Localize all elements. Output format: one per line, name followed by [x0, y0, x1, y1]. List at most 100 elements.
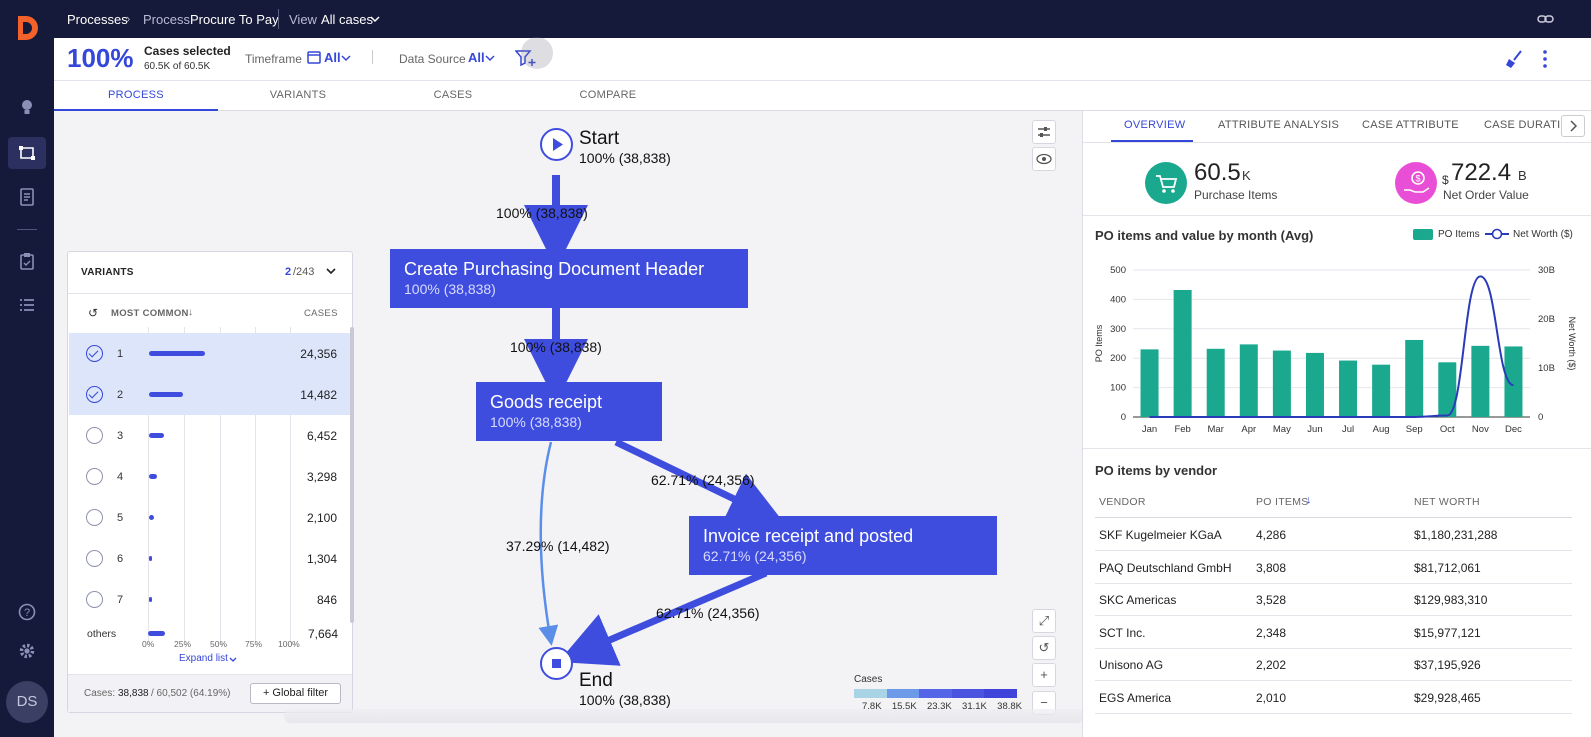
table-row[interactable]: SCT Inc. 2,348 $15,977,121 [1095, 616, 1572, 649]
variant-number: 1 [117, 348, 124, 360]
column-header-po-items[interactable]: PO ITEMS [1256, 496, 1309, 508]
axis-tick: 0% [142, 639, 155, 649]
user-avatar[interactable]: DS [6, 681, 48, 723]
table-row[interactable]: PAQ Deutschland GmbH 3,808 $81,712,061 [1095, 551, 1572, 584]
activity-node-goods-receipt[interactable]: Goods receipt 100% (38,838) [476, 382, 662, 441]
table-row[interactable]: SKC Americas 3,528 $129,983,310 [1095, 583, 1572, 616]
bar-po-items [1372, 364, 1391, 417]
breadcrumb-process-name[interactable]: Procure To Pay [190, 12, 279, 27]
scroll-tabs-right-icon[interactable] [1561, 115, 1585, 137]
variant-checkbox[interactable] [86, 550, 103, 567]
sort-arrow-down-icon[interactable]: ↓ [1306, 494, 1312, 506]
view-dropdown[interactable]: All cases [321, 12, 373, 27]
legend-color-segment [951, 689, 985, 698]
tab-case-duration[interactable]: CASE DURATIO [1484, 119, 1569, 131]
datasource-dropdown[interactable]: All [468, 50, 485, 65]
help-icon[interactable]: ? [17, 603, 37, 623]
chevron-down-icon[interactable] [370, 16, 380, 23]
more-options-icon[interactable] [1543, 49, 1547, 69]
process-nav-item[interactable] [8, 137, 46, 169]
activity-node-invoice-receipt[interactable]: Invoice receipt and posted 62.71% (24,35… [689, 516, 997, 575]
bar-po-items [1405, 339, 1424, 417]
kpi-net-order-prefix: $ [1442, 173, 1449, 187]
breadcrumb-processes[interactable]: Processes [67, 12, 128, 27]
x-tick-label: Jan [1142, 424, 1157, 435]
variant-row[interactable]: 4 3,298 [69, 456, 351, 497]
axis-tick: 50% [210, 639, 228, 649]
chevron-down-icon[interactable] [229, 657, 237, 663]
variant-row[interactable]: 2 14,482 [69, 374, 351, 415]
cases-selected-percent: 100% [67, 43, 134, 73]
link-icon[interactable] [1537, 12, 1555, 26]
start-node-play-icon[interactable] [540, 128, 573, 161]
variants-scrollbar[interactable] [350, 327, 354, 623]
column-header-vendor[interactable]: VENDOR [1099, 496, 1146, 508]
visibility-eye-icon[interactable] [1032, 147, 1056, 171]
variant-checkbox[interactable] [86, 386, 103, 403]
variant-row[interactable]: 3 6,452 [69, 415, 351, 456]
tab-overview[interactable]: OVERVIEW [1124, 119, 1186, 131]
map-settings-sliders-icon[interactable] [1032, 120, 1056, 144]
horizontal-scrollbar[interactable] [284, 709, 1084, 723]
tab-compare[interactable]: COMPARE [528, 81, 688, 111]
legend-color-segment [886, 689, 920, 698]
document-icon[interactable] [17, 188, 37, 208]
cursor-highlight [521, 37, 553, 69]
lightbulb-icon[interactable] [17, 98, 37, 118]
table-row[interactable]: EGS America 2,010 $29,928,465 [1095, 681, 1572, 714]
top-bar: Processes › Process Procure To Pay View … [54, 0, 1591, 38]
expand-list-link[interactable]: Expand list [179, 653, 228, 664]
variant-row[interactable]: 5 2,100 [69, 497, 351, 538]
timeframe-dropdown[interactable]: All [324, 50, 341, 65]
activity-title: Create Purchasing Document Header [404, 259, 705, 279]
chevron-down-icon[interactable] [341, 55, 351, 62]
sort-arrow-down-icon[interactable]: ↓ [188, 307, 193, 318]
tab-attribute-analysis[interactable]: ATTRIBUTE ANALYSIS [1218, 119, 1339, 131]
activity-node-create-purchasing[interactable]: Create Purchasing Document Header 100% (… [390, 249, 748, 308]
reset-view-icon[interactable]: ↺ [1032, 636, 1056, 660]
zoom-in-icon[interactable]: + [1032, 663, 1056, 687]
clipboard-icon[interactable] [17, 252, 37, 272]
column-header-net-worth[interactable]: NET WORTH [1414, 496, 1480, 508]
sort-most-common[interactable]: MOST COMMON [111, 308, 189, 319]
start-title: Start [579, 128, 620, 149]
y2-tick-label: 0 [1538, 412, 1543, 423]
variant-checkbox[interactable] [86, 509, 103, 526]
collapse-chevron-icon[interactable] [326, 268, 336, 275]
list-icon[interactable] [17, 297, 37, 317]
settings-gear-icon[interactable] [17, 642, 37, 662]
chevron-down-icon[interactable] [485, 55, 495, 62]
variants-total-count: /243 [293, 266, 315, 278]
clear-filters-broom-icon[interactable] [1505, 49, 1525, 69]
tab-cases[interactable]: CASES [378, 81, 528, 111]
tab-case-attribute[interactable]: CASE ATTRIBUTE [1362, 119, 1459, 131]
variant-checkbox[interactable] [86, 345, 103, 362]
activity-subtitle: 62.71% (24,356) [703, 548, 807, 564]
variant-row[interactable]: 7 846 [69, 579, 351, 620]
reset-sort-icon[interactable]: ↺ [88, 306, 98, 320]
variant-checkbox[interactable] [86, 591, 103, 608]
logo-icon[interactable] [14, 14, 40, 42]
axis-tick: 100% [278, 639, 300, 649]
table-title: PO items by vendor [1095, 463, 1218, 478]
table-row[interactable]: SKF Kugelmeier KGaA 4,286 $1,180,231,288 [1095, 518, 1572, 551]
variant-checkbox[interactable] [86, 427, 103, 444]
process-map-canvas[interactable]: Start 100% (38,838) 100% (38,838) Create… [54, 111, 1084, 737]
global-filter-button[interactable]: + Global filter [250, 683, 341, 704]
x-tick-label: Oct [1440, 424, 1455, 435]
fit-to-screen-icon[interactable]: ⤢ [1032, 609, 1056, 633]
table-row[interactable]: Unisono AG 2,202 $37,195,926 [1095, 648, 1572, 681]
left-nav: ? DS [0, 0, 54, 737]
variant-checkbox[interactable] [86, 468, 103, 485]
end-node-stop-icon[interactable] [540, 647, 573, 680]
variant-cases: 6,452 [306, 429, 337, 443]
bar-po-items [1504, 346, 1523, 417]
divider [68, 293, 352, 294]
variant-row[interactable]: 1 24,356 [69, 333, 351, 374]
calendar-icon[interactable] [307, 50, 321, 64]
bar-po-items [1239, 344, 1258, 417]
tab-variants[interactable]: VARIANTS [218, 81, 378, 111]
variant-row[interactable]: 6 1,304 [69, 538, 351, 579]
tab-process[interactable]: PROCESS [54, 81, 218, 111]
legend-color-segment [984, 689, 1017, 698]
